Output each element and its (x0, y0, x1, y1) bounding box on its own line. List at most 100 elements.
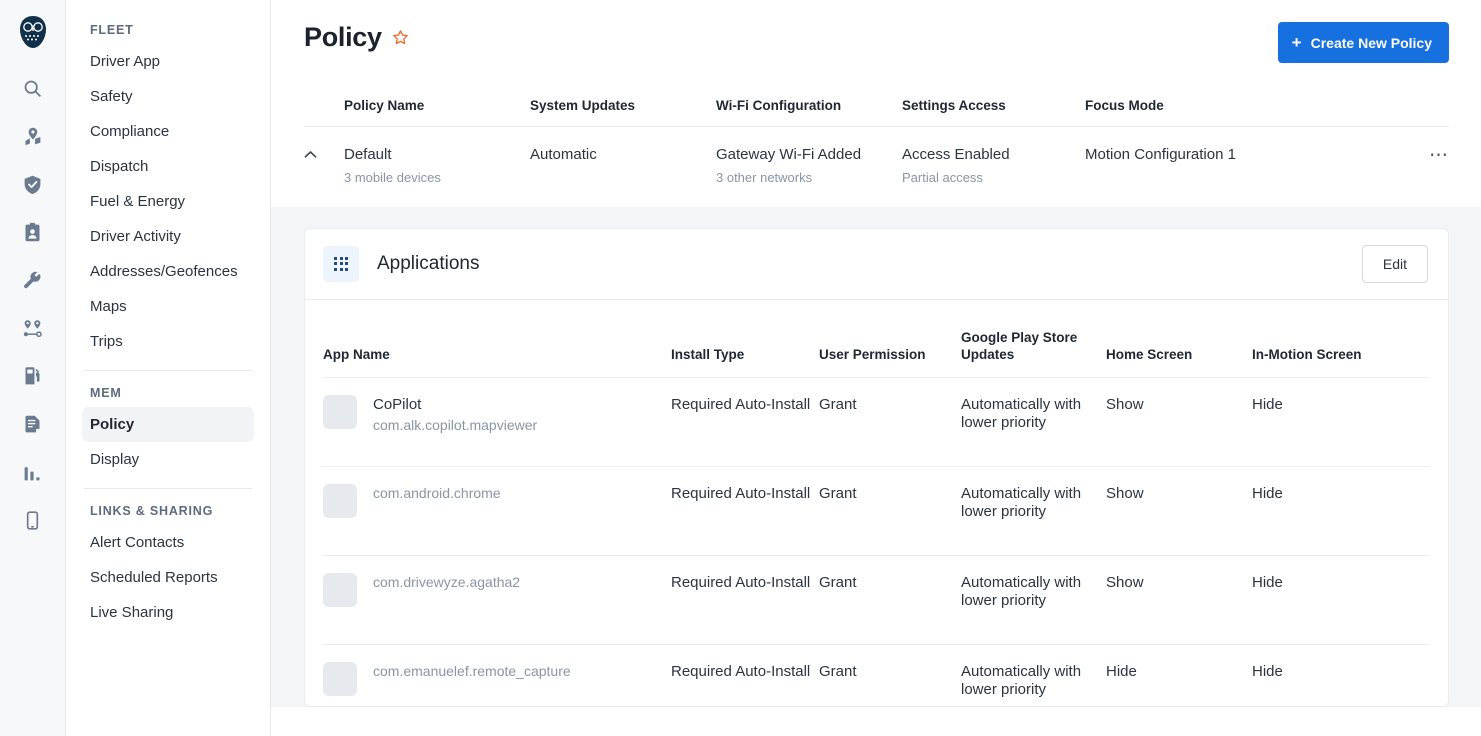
column-user-permission: User Permission (819, 347, 961, 364)
wrench-icon[interactable] (13, 260, 53, 300)
sidebar-item-maps[interactable]: Maps (82, 289, 254, 324)
column-focus-mode: Focus Mode (1085, 98, 1449, 113)
expanded-detail-band: Applications Edit App Name Install Type … (271, 207, 1481, 707)
sidebar-section-title: LINKS & SHARING (82, 495, 254, 525)
table-row[interactable]: Default 3 mobile devices Automatic Gatew… (304, 127, 1449, 207)
sidebar-item-display[interactable]: Display (82, 442, 254, 477)
app-name-stack: com.android.chrome (373, 485, 501, 503)
cell-in-motion-screen: Hide (1252, 574, 1430, 593)
policy-name-sub: 3 mobile devices (344, 170, 530, 185)
sidebar-nav: FLEET Driver App Safety Compliance Dispa… (66, 0, 271, 736)
sidebar-section-fleet: FLEET Driver App Safety Compliance Dispa… (82, 14, 254, 359)
cell-install-type: Required Auto-Install (671, 663, 819, 682)
app-display-name: CoPilot (373, 396, 537, 415)
cell-in-motion-screen: Hide (1252, 663, 1430, 682)
sidebar-item-dispatch[interactable]: Dispatch (82, 149, 254, 184)
row-expander[interactable] (304, 146, 344, 164)
applications-card-header: Applications Edit (305, 229, 1448, 300)
table-row[interactable]: com.drivewyze.agatha2 Required Auto-Inst… (323, 556, 1430, 645)
cell-home-screen: Show (1106, 396, 1252, 415)
create-new-policy-button[interactable]: + Create New Policy (1278, 22, 1449, 63)
cell-in-motion-screen: Hide (1252, 396, 1430, 415)
page-title: Policy (304, 22, 382, 53)
policy-name-value: Default (344, 146, 530, 165)
applications-table: App Name Install Type User Permission Go… (305, 300, 1448, 707)
overflow-menu-icon[interactable]: ⋯ (1429, 146, 1449, 165)
column-play-store-updates: Google Play Store Updates (961, 330, 1106, 364)
policy-table-header: Policy Name System Updates Wi-Fi Configu… (304, 98, 1449, 127)
column-in-motion-screen: In-Motion Screen (1252, 347, 1430, 364)
column-policy-name: Policy Name (344, 98, 530, 113)
cell-home-screen: Hide (1106, 663, 1252, 682)
bar-chart-icon[interactable] (13, 452, 53, 492)
sidebar-section-links-sharing: LINKS & SHARING Alert Contacts Scheduled… (82, 495, 254, 630)
sidebar-item-compliance[interactable]: Compliance (82, 114, 254, 149)
id-badge-icon[interactable] (13, 212, 53, 252)
sidebar-item-addresses-geofences[interactable]: Addresses/Geofences (82, 254, 254, 289)
cell-in-motion-screen: Hide (1252, 485, 1430, 504)
cell-play-store-updates: Automatically with lower priority (961, 574, 1106, 612)
page-header: Policy + Create New Policy (271, 0, 1481, 63)
app-root: FLEET Driver App Safety Compliance Dispa… (0, 0, 1481, 736)
mobile-device-icon[interactable] (13, 500, 53, 540)
app-name-stack: com.emanuelef.remote_capture (373, 663, 571, 681)
shield-check-icon[interactable] (13, 164, 53, 204)
cell-app-name: com.drivewyze.agatha2 (323, 574, 671, 607)
app-package-name: com.drivewyze.agatha2 (373, 574, 520, 592)
fuel-pump-icon[interactable] (13, 356, 53, 396)
sidebar-item-alert-contacts[interactable]: Alert Contacts (82, 525, 254, 560)
grid-apps-icon (323, 246, 359, 282)
cell-focus-mode: Motion Configuration 1 ⋯ (1085, 146, 1449, 165)
edit-button[interactable]: Edit (1362, 245, 1428, 283)
table-row[interactable]: CoPilot com.alk.copilot.mapviewer Requir… (323, 378, 1430, 467)
sidebar-item-driver-app[interactable]: Driver App (82, 44, 254, 79)
settings-access-value: Access Enabled (902, 146, 1085, 165)
sidebar-section-mem: MEM Policy Display (82, 377, 254, 477)
app-name-stack: com.drivewyze.agatha2 (373, 574, 520, 592)
app-package-name: com.emanuelef.remote_capture (373, 663, 571, 681)
column-wifi-configuration: Wi-Fi Configuration (716, 98, 902, 113)
column-system-updates: System Updates (530, 98, 716, 113)
document-icon[interactable] (13, 404, 53, 444)
cell-home-screen: Show (1106, 574, 1252, 593)
sidebar-item-fuel-energy[interactable]: Fuel & Energy (82, 184, 254, 219)
map-pin-icon[interactable] (13, 116, 53, 156)
sidebar-item-live-sharing[interactable]: Live Sharing (82, 595, 254, 630)
table-row[interactable]: com.android.chrome Required Auto-Install… (323, 467, 1430, 556)
cell-user-permission: Grant (819, 663, 961, 682)
cell-system-updates: Automatic (530, 146, 716, 165)
app-name-stack: CoPilot com.alk.copilot.mapviewer (373, 396, 537, 435)
column-app-name: App Name (323, 347, 671, 364)
sidebar-item-scheduled-reports[interactable]: Scheduled Reports (82, 560, 254, 595)
cell-install-type: Required Auto-Install (671, 396, 819, 415)
system-updates-value: Automatic (530, 146, 716, 165)
cell-wifi-configuration: Gateway Wi-Fi Added 3 other networks (716, 146, 902, 185)
app-icon-placeholder (323, 573, 357, 607)
settings-access-sub: Partial access (902, 170, 1085, 185)
sidebar-item-driver-activity[interactable]: Driver Activity (82, 219, 254, 254)
table-row[interactable]: com.emanuelef.remote_capture Required Au… (323, 645, 1430, 707)
chevron-up-icon[interactable] (304, 143, 317, 162)
column-home-screen: Home Screen (1106, 347, 1252, 364)
sidebar-item-policy[interactable]: Policy (82, 407, 254, 442)
wifi-configuration-value: Gateway Wi-Fi Added (716, 146, 902, 165)
focus-mode-value: Motion Configuration 1 (1085, 146, 1236, 165)
sidebar-item-trips[interactable]: Trips (82, 324, 254, 359)
cell-app-name: CoPilot com.alk.copilot.mapviewer (323, 396, 671, 435)
applications-card-title: Applications (377, 253, 479, 275)
page-title-wrap: Policy (304, 22, 409, 53)
owl-logo[interactable] (15, 14, 51, 50)
star-outline-icon[interactable] (392, 29, 409, 46)
plus-icon: + (1292, 34, 1302, 51)
sidebar-item-safety[interactable]: Safety (82, 79, 254, 114)
sidebar-divider (84, 488, 252, 489)
route-pins-icon[interactable] (13, 308, 53, 348)
sidebar-section-title: FLEET (82, 14, 254, 44)
cell-install-type: Required Auto-Install (671, 485, 819, 504)
applications-card-title-wrap: Applications (323, 246, 479, 282)
cell-policy-name: Default 3 mobile devices (344, 146, 530, 185)
cell-user-permission: Grant (819, 574, 961, 593)
app-package-name: com.alk.copilot.mapviewer (373, 417, 537, 435)
cell-play-store-updates: Automatically with lower priority (961, 485, 1106, 523)
search-icon[interactable] (13, 68, 53, 108)
